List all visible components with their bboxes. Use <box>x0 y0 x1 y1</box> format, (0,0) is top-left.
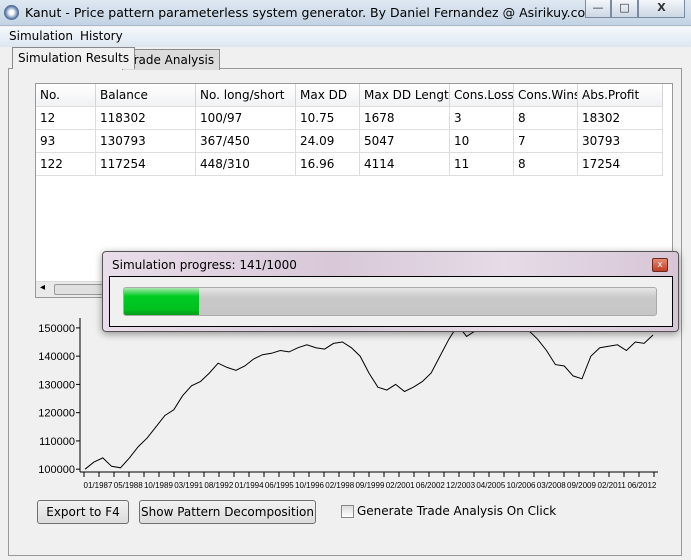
table-cell: 4114 <box>360 153 450 176</box>
x-tick-label: 01/1994 <box>235 481 264 490</box>
y-tick-label: 140000 <box>38 351 75 363</box>
x-tick-label: 02/1998 <box>325 481 354 490</box>
table-cell: 367/450 <box>196 130 296 153</box>
x-tick-label: 09/2009 <box>567 481 596 490</box>
generate-trade-analysis-label: Generate Trade Analysis On Click <box>357 504 557 518</box>
col-cons-wins[interactable]: Cons.Wins <box>514 84 578 107</box>
table-cell: 93 <box>36 130 96 153</box>
generate-trade-analysis-checkbox[interactable] <box>341 505 354 518</box>
y-tick-label: 100000 <box>38 464 75 476</box>
x-tick-label: 08/1992 <box>204 481 233 490</box>
y-tick-label: 120000 <box>38 408 75 420</box>
table-cell: 5047 <box>360 130 450 153</box>
table-cell: 18302 <box>578 107 663 130</box>
x-tick-label: 10/2006 <box>507 481 536 490</box>
x-tick-label: 12/2003 <box>446 481 475 490</box>
window-title: Kanut - Price pattern parameterless syst… <box>25 5 634 20</box>
balance-line <box>84 318 654 470</box>
table-cell: 448/310 <box>196 153 296 176</box>
table-cell: 1678 <box>360 107 450 130</box>
col-no[interactable]: No. <box>36 84 96 107</box>
table-cell: 24.09 <box>296 130 360 153</box>
table-cell: 130793 <box>96 130 196 153</box>
x-tick-label: 03/2008 <box>537 481 566 490</box>
table-cell: 117254 <box>96 153 196 176</box>
table-cell: 118302 <box>96 107 196 130</box>
table-header: No. Balance No. long/short Max DD Max DD… <box>36 84 663 107</box>
x-tick-label: 03/1991 <box>174 481 203 490</box>
y-tick-label: 130000 <box>38 379 75 391</box>
x-tick-label: 05/1988 <box>114 481 143 490</box>
x-tick-label: 04/2005 <box>476 481 505 490</box>
progress-dialog: Simulation progress: 141/1000 x <box>102 251 679 332</box>
table-cell: 16.96 <box>296 153 360 176</box>
table-cell: 10.75 <box>296 107 360 130</box>
table-cell: 100/97 <box>196 107 296 130</box>
x-tick-label: 10/1996 <box>295 481 324 490</box>
x-tick-label: 06/2012 <box>627 481 656 490</box>
x-tick-label: 02/2001 <box>386 481 415 490</box>
col-balance[interactable]: Balance <box>96 84 196 107</box>
y-tick-label: 150000 <box>38 323 75 335</box>
app-paw-icon <box>4 5 19 20</box>
table-cell: 8 <box>514 153 578 176</box>
maximize-button[interactable]: □ <box>611 0 638 18</box>
table-cell: 3 <box>450 107 514 130</box>
x-tick-label: 06/1995 <box>265 481 294 490</box>
col-abs-profit[interactable]: Abs.Profit <box>578 84 663 107</box>
table-cell: 10 <box>450 130 514 153</box>
progress-fill <box>124 288 199 315</box>
progress-title: Simulation progress: 141/1000 <box>112 258 297 272</box>
menu-simulation[interactable]: Simulation <box>9 29 73 43</box>
tab-simulation-results[interactable]: Simulation Results <box>12 47 136 69</box>
table-row[interactable]: 93 130793 367/450 24.09 5047 10 7 30793 <box>36 130 663 153</box>
table-cell: 17254 <box>578 153 663 176</box>
menu-bar: Simulation History <box>0 27 691 47</box>
col-max-dd-length[interactable]: Max DD Length <box>360 84 450 107</box>
export-to-f4-button[interactable]: Export to F4 <box>37 500 129 524</box>
menu-history[interactable]: History <box>80 29 123 43</box>
table-cell: 11 <box>450 153 514 176</box>
col-max-dd[interactable]: Max DD <box>296 84 360 107</box>
title-bar: Kanut - Price pattern parameterless syst… <box>0 0 691 26</box>
table-cell: 122 <box>36 153 96 176</box>
table-cell: 8 <box>514 107 578 130</box>
close-button[interactable]: X <box>638 0 685 18</box>
x-tick-label: 01/1987 <box>84 481 113 490</box>
x-tick-label: 02/2011 <box>598 481 627 490</box>
minimize-button[interactable]: — <box>585 0 611 18</box>
table-row[interactable]: 12 118302 100/97 10.75 1678 3 8 18302 <box>36 107 663 130</box>
show-pattern-decomposition-button[interactable]: Show Pattern Decomposition <box>139 500 316 524</box>
dialog-close-button[interactable]: x <box>652 258 668 272</box>
table-cell: 12 <box>36 107 96 130</box>
balance-chart: 100000 110000 120000 130000 140000 150000 01/1… <box>35 314 661 494</box>
progress-bar <box>123 287 657 316</box>
col-cons-loss[interactable]: Cons.Loss <box>450 84 514 107</box>
table-cell: 7 <box>514 130 578 153</box>
scroll-left-icon[interactable]: ◂ <box>40 282 45 293</box>
y-tick-label: 110000 <box>39 436 75 448</box>
x-tick-label: 09/1999 <box>355 481 384 490</box>
table-row[interactable]: 122 117254 448/310 16.96 4114 11 8 17254 <box>36 153 663 176</box>
table-cell: 30793 <box>578 130 663 153</box>
x-tick-label: 10/1989 <box>144 481 173 490</box>
tab-trade-analysis[interactable]: Trade Analysis <box>122 49 221 70</box>
x-tick-label: 06/2002 <box>416 481 445 490</box>
col-long-short[interactable]: No. long/short <box>196 84 296 107</box>
